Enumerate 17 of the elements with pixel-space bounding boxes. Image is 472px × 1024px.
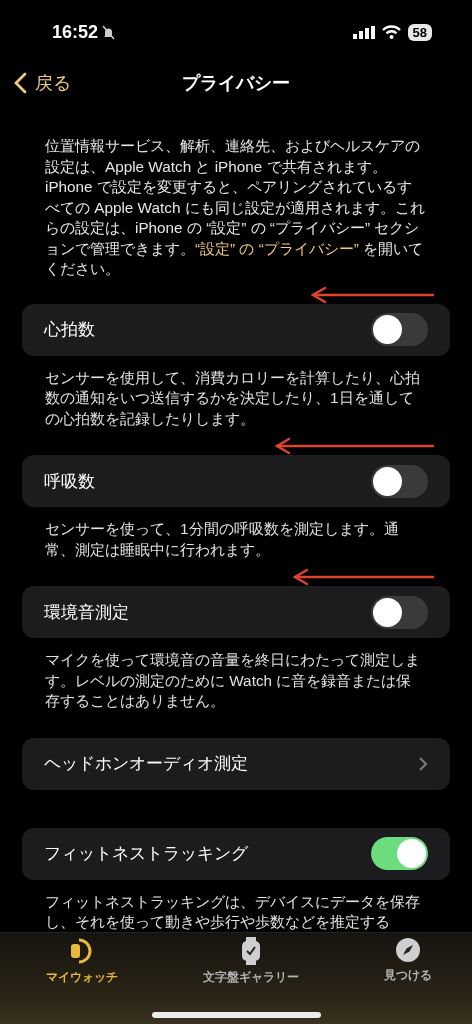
headphone-audio-row[interactable]: ヘッドホンオーディオ測定 [22,737,450,790]
setting-description: マイクを使って環境音の音量を終日にわたって測定します。レベルの測定のために Watch に音を録音または保存することはありません。 [45,651,420,709]
tab-item[interactable]: 見つける [378,933,438,1024]
tab-item[interactable]: マイウォッチ [40,933,124,1024]
intro-paragraph: 位置情報サービス、解析、連絡先、およびヘルスケアの設定は、Apple Watch と iPhone で共有されます。iPhone で設定を変更すると、ペアリングされているすべての Apple Watch にも同じ設定が適用されます。これらの設定は、iPhone の “設定” の “プライバシー” セクションで管理できます。“設定” の “プライバシー” を開いてください。 [45,137,425,277]
back-button[interactable]: 戻る [14,71,71,95]
battery-level: 58 [407,23,432,41]
setting-description: センサーを使用して、消費カロリーを計算したり、心拍数の通知をいつ送信するかを決定したり、1日を通しての心拍数を記録したりします。 [45,368,420,427]
status-time: 16:52 [52,21,99,43]
setting-description: フィットネストラッキングは、デバイスにデータを保存し、それを使って動きや歩行や歩数などを推定する [45,892,420,930]
page-title: プライバシー [182,72,290,95]
privacy-settings-link[interactable]: “設定” の “プライバシー” [195,239,359,257]
setting-label: 心拍数 [44,319,95,341]
setting-label: フィットネストラッキング [44,843,248,865]
setting-label: 環境音測定 [44,601,129,624]
setting-label: 呼吸数 [44,470,95,493]
setting-description: センサーを使って、1分間の呼吸数を測定します。通常、測定は睡眠中に行われます。 [45,520,399,558]
